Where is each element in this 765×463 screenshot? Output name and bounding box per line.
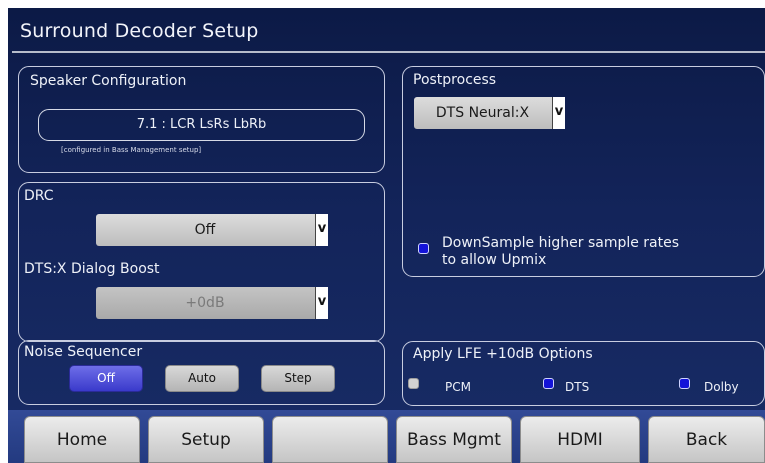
nav-hdmi-button[interactable]: HDMI [520, 416, 640, 463]
lfe-pcm-checkbox[interactable] [408, 378, 419, 389]
speaker-configuration-panel: Speaker Configuration 7.1 : LCR LsRs LbR… [18, 66, 385, 173]
page-title: Surround Decoder Setup [20, 20, 259, 42]
drc-panel: DRC Off v DTS:X Dialog Boost +0dB v [18, 182, 385, 342]
lfe-pcm-label: PCM [445, 380, 471, 394]
lfe-dts-label: DTS [565, 380, 590, 394]
downsample-label-line2: to allow Upmix [442, 252, 547, 268]
downsample-label-line1: DownSample higher sample rates [442, 235, 680, 251]
postprocess-dropdown-value: DTS Neural:X [435, 105, 530, 121]
postprocess-label: Postprocess [413, 72, 497, 88]
noise-sequencer-label: Noise Sequencer [24, 344, 143, 360]
speaker-configuration-value: 7.1 : LCR LsRs LbRb [38, 109, 365, 141]
postprocess-dropdown[interactable]: DTS Neural:X v [414, 97, 565, 129]
speaker-configuration-label: Speaker Configuration [30, 73, 187, 89]
dts-dialog-boost-label: DTS:X Dialog Boost [24, 261, 160, 277]
dts-dialog-boost-value: +0dB [185, 295, 225, 311]
speaker-configuration-note: [configured in Bass Management setup] [61, 146, 202, 154]
lfe-options-label: Apply LFE +10dB Options [413, 346, 593, 362]
chevron-down-icon[interactable]: v [552, 97, 565, 129]
drc-dropdown-value: Off [194, 222, 216, 238]
chevron-down-icon: v [315, 287, 328, 319]
lfe-dts-checkbox[interactable] [543, 378, 554, 389]
drc-label: DRC [24, 188, 54, 204]
noise-step-button[interactable]: Step [261, 365, 335, 392]
nav-bass-mgmt-button[interactable]: Bass Mgmt [396, 416, 512, 463]
dts-dialog-boost-dropdown: +0dB v [96, 287, 328, 319]
postprocess-panel: Postprocess DTS Neural:X v DownSample hi… [402, 66, 765, 277]
nav-back-button[interactable]: Back [648, 416, 765, 463]
nav-blank-button[interactable] [272, 416, 388, 463]
noise-off-button[interactable]: Off [69, 365, 143, 392]
downsample-checkbox[interactable] [418, 243, 429, 254]
chevron-down-icon[interactable]: v [315, 214, 328, 246]
drc-dropdown[interactable]: Off v [96, 214, 328, 246]
title-divider [12, 51, 765, 53]
noise-auto-button[interactable]: Auto [165, 365, 239, 392]
lfe-dolby-checkbox[interactable] [679, 378, 690, 389]
downsample-label: DownSample higher sample rates to allow … [442, 235, 679, 269]
lfe-options-panel: Apply LFE +10dB Options PCM DTS Dolby [402, 341, 765, 406]
noise-sequencer-panel: Noise Sequencer Off Auto Step [18, 340, 385, 405]
nav-home-button[interactable]: Home [24, 416, 140, 463]
nav-setup-button[interactable]: Setup [148, 416, 264, 463]
lfe-dolby-label: Dolby [704, 380, 739, 394]
